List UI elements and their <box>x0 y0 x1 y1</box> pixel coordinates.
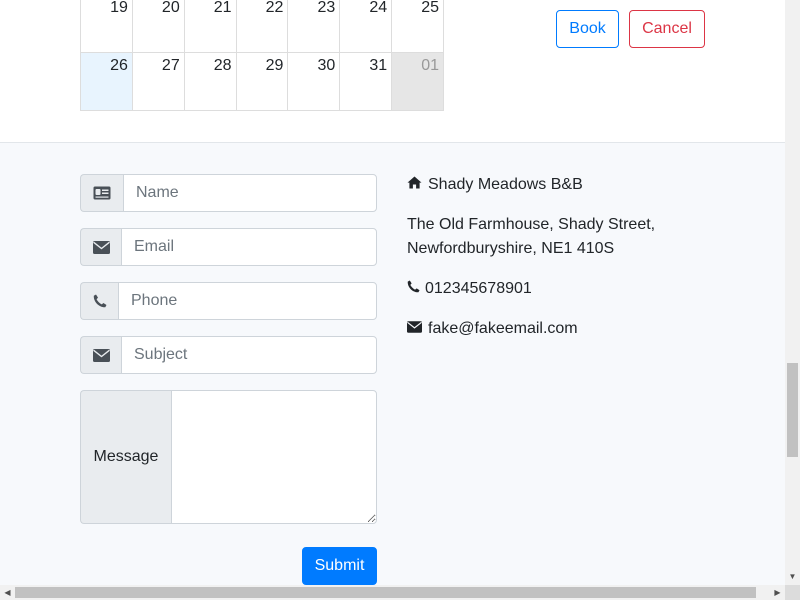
horizontal-scrollbar-thumb[interactable] <box>15 587 756 598</box>
calendar-day[interactable]: 29 <box>235 52 289 111</box>
name-input-group <box>80 174 377 212</box>
scroll-right-arrow-icon[interactable]: ▶ <box>771 586 784 599</box>
calendar-day[interactable]: 31 <box>339 52 393 111</box>
contact-phone: 012345678901 <box>425 280 532 298</box>
calendar-day[interactable]: 22 <box>235 0 289 53</box>
calendar-week-row: 26 27 28 29 30 31 01 <box>80 52 445 111</box>
calendar-day[interactable]: 23 <box>287 0 341 53</box>
calendar-day-off-month[interactable]: 01 <box>391 52 445 111</box>
name-input[interactable] <box>123 174 377 212</box>
calendar-day[interactable]: 24 <box>339 0 393 53</box>
booking-area: 19 20 21 22 23 24 25 26 27 28 29 30 31 0… <box>0 0 785 142</box>
email-input[interactable] <box>121 228 377 266</box>
subject-input-group <box>80 336 377 374</box>
scroll-down-arrow-icon[interactable]: ▼ <box>786 571 799 583</box>
address-line-2: Newfordburyshire, NE1 410S <box>407 240 615 257</box>
phone-icon <box>80 282 118 320</box>
booking-calendar: 19 20 21 22 23 24 25 26 27 28 29 30 31 0… <box>80 0 445 111</box>
calendar-day[interactable]: 27 <box>131 52 185 111</box>
calendar-day[interactable]: 20 <box>131 0 185 53</box>
contact-section: Message Submit Shady Meadows B&B The Old… <box>0 142 785 588</box>
envelope-icon <box>80 228 121 266</box>
submit-button[interactable]: Submit <box>302 547 377 585</box>
message-label: Message <box>80 390 171 524</box>
calendar-day[interactable]: 25 <box>391 0 445 53</box>
message-textarea[interactable] <box>171 390 377 524</box>
contact-info-email-row: fake@fakeemail.com <box>407 317 578 341</box>
calendar-day[interactable]: 28 <box>183 52 237 111</box>
address-line-1: The Old Farmhouse, Shady Street, <box>407 216 656 233</box>
contact-email: fake@fakeemail.com <box>428 320 578 338</box>
calendar-day-selected[interactable]: 26 <box>80 52 133 111</box>
scroll-left-arrow-icon[interactable]: ◀ <box>1 586 14 599</box>
contact-info-name-row: Shady Meadows B&B <box>407 173 583 197</box>
book-button[interactable]: Book <box>556 10 619 48</box>
email-input-group <box>80 228 377 266</box>
contact-info-address: The Old Farmhouse, Shady Street, Newford… <box>407 213 655 261</box>
envelope-icon <box>80 336 121 374</box>
business-name: Shady Meadows B&B <box>428 176 583 194</box>
phone-icon <box>407 277 420 301</box>
home-icon <box>407 173 422 197</box>
cancel-button[interactable]: Cancel <box>629 10 705 48</box>
contact-info-phone-row: 012345678901 <box>407 277 532 301</box>
scrollbar-corner <box>785 585 800 600</box>
calendar-day[interactable]: 30 <box>287 52 341 111</box>
message-input-group: Message <box>80 390 377 524</box>
vertical-scrollbar[interactable] <box>785 0 800 585</box>
id-card-icon <box>80 174 123 212</box>
vertical-scrollbar-thumb[interactable] <box>787 363 798 457</box>
calendar-week-row: 19 20 21 22 23 24 25 <box>80 0 445 53</box>
phone-input[interactable] <box>118 282 377 320</box>
calendar-day[interactable]: 19 <box>80 0 133 53</box>
subject-input[interactable] <box>121 336 377 374</box>
phone-input-group <box>80 282 377 320</box>
envelope-icon <box>407 317 422 341</box>
calendar-day[interactable]: 21 <box>183 0 237 53</box>
